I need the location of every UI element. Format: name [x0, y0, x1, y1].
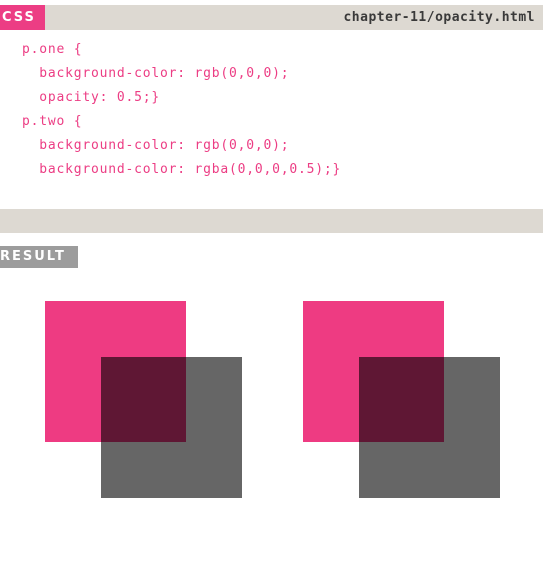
black-square-rgba [359, 357, 500, 498]
code-line: p.two { [22, 114, 83, 129]
code-line: background-color: rgb(0,0,0); [22, 138, 290, 153]
file-path-label: chapter-11/opacity.html [343, 10, 535, 25]
code-line: background-color: rgb(0,0,0); [22, 66, 290, 81]
code-line: p.one { [22, 42, 83, 57]
opacity-demo-two [303, 301, 501, 499]
code-header-bar: CSS chapter-11/opacity.html [0, 5, 543, 30]
css-tag-label: CSS [0, 5, 45, 30]
code-line: background-color: rgba(0,0,0,0.5);} [22, 162, 342, 177]
opacity-demo-one [45, 301, 243, 499]
result-tag-label: RESULT [0, 246, 78, 268]
code-line: opacity: 0.5;} [22, 90, 161, 105]
black-square-opacity [101, 357, 242, 498]
separator-bar [0, 209, 543, 233]
